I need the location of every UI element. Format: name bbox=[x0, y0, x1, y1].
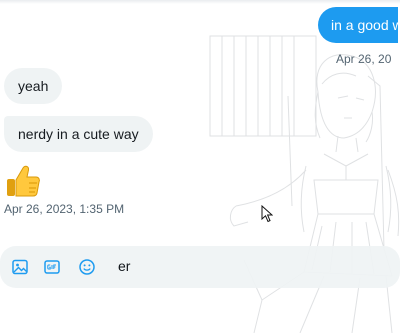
message-input[interactable] bbox=[118, 254, 388, 278]
sent-message-timestamp: Apr 26, 20 bbox=[336, 52, 392, 66]
mouse-cursor-icon bbox=[261, 205, 273, 223]
received-message-bubble[interactable]: nerdy in a cute way bbox=[4, 116, 153, 152]
emoji-icon[interactable] bbox=[78, 258, 96, 276]
dm-conversation-pane: in a good w Apr 26, 20 yeah nerdy in a c… bbox=[0, 0, 400, 333]
sent-message-bubble[interactable]: in a good w bbox=[318, 7, 398, 43]
received-message-bubble[interactable]: yeah bbox=[4, 68, 63, 104]
received-message-timestamp: Apr 26, 2023, 1:35 PM bbox=[4, 202, 125, 216]
gif-icon[interactable] bbox=[43, 258, 61, 276]
image-icon[interactable] bbox=[11, 258, 29, 276]
message-composer bbox=[0, 246, 400, 288]
thumbs-up-icon[interactable] bbox=[4, 162, 42, 200]
